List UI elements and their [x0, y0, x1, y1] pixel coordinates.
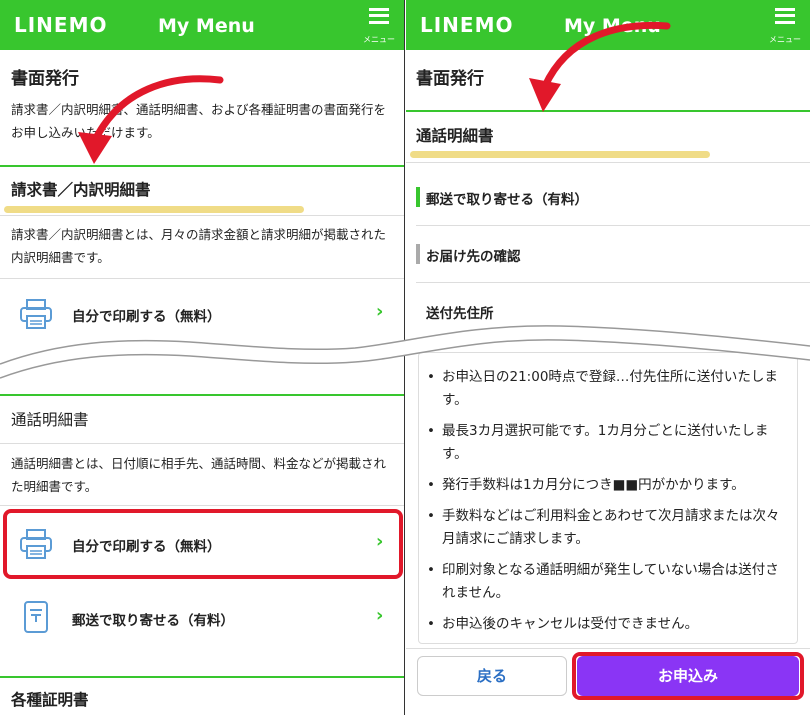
hamburger-menu-icon — [369, 8, 389, 24]
mail-heading: 郵送で取り寄せる（有料） — [426, 192, 588, 208]
hamburger-menu-icon — [775, 8, 795, 24]
call-description: 通話明細書とは、日付順に相手先、通話時間、料金などが掲載された明細書です。 — [11, 456, 387, 494]
notes-list: お申込日の21:00時点で登録…付先住所に送付いたします。 最長3カ月選択可能で… — [426, 366, 792, 644]
page-title: My Menu — [158, 15, 255, 37]
menu-label: メニュー — [769, 35, 801, 44]
divider — [0, 443, 404, 444]
divider — [406, 162, 810, 163]
divider — [0, 215, 404, 216]
back-button[interactable]: 戻る — [417, 656, 567, 696]
section-marker — [416, 187, 420, 207]
divider — [0, 676, 404, 678]
mailbox-icon — [24, 601, 48, 633]
divider — [0, 505, 404, 506]
certificates-title: 各種証明書 — [11, 691, 89, 709]
highlight-box — [3, 509, 403, 579]
subsection-title: 通話明細書 — [416, 127, 494, 145]
call-title: 通話明細書 — [11, 411, 89, 429]
note-item: 発行手数料は1カ月分につき■■円がかかります。 — [426, 474, 792, 497]
mail-label: 郵送で取り寄せる（有料） — [72, 613, 234, 629]
note-item: お申込後のキャンセルは受付できません。 — [426, 613, 792, 636]
highlight-underline — [410, 151, 710, 158]
note-item: 最長3カ月選択可能です。1カ月分ごとに送付いたします。 — [426, 420, 792, 466]
linemo-logo[interactable]: LINEMO — [420, 13, 514, 37]
section-title: 書面発行 — [416, 69, 484, 89]
highlight-underline — [4, 206, 304, 213]
red-curved-arrow — [78, 75, 224, 164]
divider — [416, 282, 810, 283]
highlight-box — [572, 652, 804, 700]
invoice-title: 請求書／内訳明細書 — [11, 181, 151, 199]
call-mail-row[interactable]: 郵送で取り寄せる（有料） › — [0, 585, 404, 651]
menu-button[interactable]: メニュー — [362, 6, 396, 44]
chevron-right-icon: › — [376, 605, 384, 626]
note-item: 印刷対象となる通話明細が発生していない場合は送付されません。 — [426, 559, 792, 605]
invoice-description: 請求書／内訳明細書とは、月々の請求金額と請求明細が掲載された内訳明細書です。 — [11, 227, 387, 265]
section-marker — [416, 244, 420, 264]
menu-button[interactable]: メニュー — [768, 6, 802, 44]
divider — [406, 648, 810, 649]
divider — [0, 394, 404, 396]
linemo-logo[interactable]: LINEMO — [14, 13, 108, 37]
page-break-wave — [0, 325, 810, 379]
app-header: LINEMO My Menu メニュー — [0, 0, 404, 50]
menu-label: メニュー — [363, 35, 395, 44]
delivery-check: お届け先の確認 — [426, 249, 521, 265]
note-item: 手数料などはご利用料金とあわせて次月請求または次々月請求にご請求します。 — [426, 505, 792, 551]
divider — [416, 225, 810, 226]
red-curved-arrow — [529, 21, 671, 112]
